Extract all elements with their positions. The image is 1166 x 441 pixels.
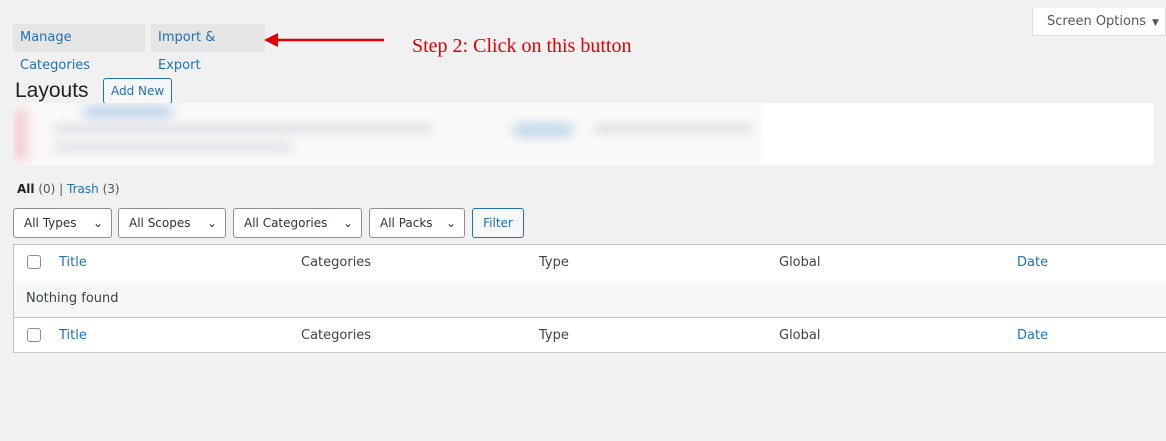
caret-down-icon: ▼ [1152, 18, 1159, 28]
screen-options-button[interactable]: Screen Options ▼ [1032, 8, 1166, 36]
annotation-arrow [264, 33, 384, 47]
blurred-notice [13, 103, 1154, 165]
table-footer-row: Title Categories Type Global Date [14, 317, 1166, 353]
view-all-label[interactable]: All [17, 182, 35, 196]
column-date[interactable]: Date [1017, 318, 1048, 354]
add-new-button[interactable]: Add New [103, 78, 173, 104]
column-global: Global [779, 328, 821, 343]
view-separator: | [59, 182, 64, 196]
view-trash-count: (3) [102, 182, 120, 196]
column-type: Type [539, 255, 569, 270]
column-type: Type [539, 328, 569, 343]
categories-select[interactable]: All Categories ⌄ [233, 208, 362, 238]
filter-button[interactable]: Filter [472, 208, 524, 238]
chevron-down-icon: ⌄ [92, 216, 103, 230]
packs-select-value: All Packs [380, 216, 433, 230]
types-select-value: All Types [24, 216, 77, 230]
column-date[interactable]: Date [1017, 245, 1048, 281]
table-row: Nothing found [14, 281, 1166, 317]
annotation-text: Step 2: Click on this button [412, 35, 632, 57]
select-all-checkbox[interactable] [27, 255, 41, 269]
select-all-checkbox[interactable] [27, 328, 41, 342]
packs-select[interactable]: All Packs ⌄ [369, 208, 465, 238]
column-global: Global [779, 255, 821, 270]
page-title: Layouts [15, 79, 89, 102]
categories-select-value: All Categories [244, 216, 328, 230]
types-select[interactable]: All Types ⌄ [13, 208, 112, 238]
column-categories: Categories [301, 328, 372, 343]
chevron-down-icon: ⌄ [445, 216, 456, 230]
scopes-select-value: All Scopes [129, 216, 191, 230]
view-trash-link[interactable]: Trash [67, 182, 99, 196]
layouts-table: Title Categories Type Global Date Nothin… [13, 244, 1166, 353]
tab-import-export[interactable]: Import & Export [151, 24, 265, 73]
column-title[interactable]: Title [59, 318, 87, 354]
screen-options-label: Screen Options [1047, 14, 1146, 29]
table-header-row: Title Categories Type Global Date [14, 245, 1166, 282]
chevron-down-icon: ⌄ [342, 216, 353, 230]
view-filters: All (0) | Trash (3) [17, 182, 120, 196]
scopes-select[interactable]: All Scopes ⌄ [118, 208, 226, 238]
view-all-count: (0) [38, 182, 56, 196]
chevron-down-icon: ⌄ [206, 216, 217, 230]
tab-manage-categories[interactable]: Manage Categories [13, 24, 145, 73]
empty-message: Nothing found [26, 291, 119, 306]
column-categories: Categories [301, 255, 372, 270]
column-title[interactable]: Title [59, 245, 87, 281]
